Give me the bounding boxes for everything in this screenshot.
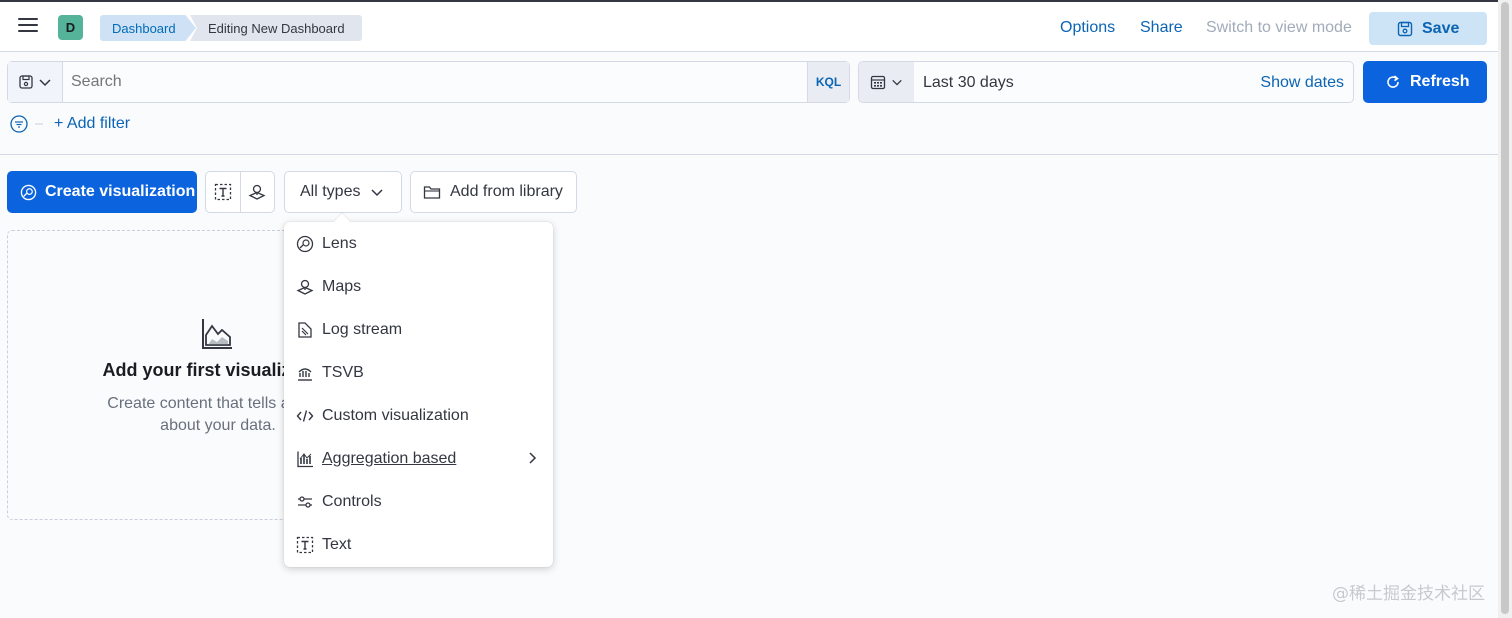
divider <box>0 154 1498 155</box>
all-types-button[interactable]: All types <box>284 171 402 213</box>
create-visualization-button[interactable]: Create visualization <box>7 171 197 213</box>
breadcrumb-editing: Editing New Dashboard <box>190 15 362 41</box>
chevron-down-icon <box>892 79 902 86</box>
add-from-library-button[interactable]: Add from library <box>410 171 577 213</box>
menu-item-lens[interactable]: Lens <box>284 222 553 265</box>
saved-query-button[interactable] <box>8 62 63 102</box>
menu-item-label: TSVB <box>322 363 364 381</box>
query-language-button[interactable]: KQL <box>807 62 849 102</box>
text-icon <box>214 183 232 201</box>
menu-item-log-stream[interactable]: Log stream <box>284 308 553 351</box>
menu-item-label: Controls <box>322 492 382 510</box>
watermark: @稀土掘金技术社区 <box>1332 584 1485 604</box>
options-link[interactable]: Options <box>1060 19 1115 37</box>
aggregation-icon <box>296 450 314 468</box>
maps-icon <box>296 278 314 296</box>
menu-item-maps[interactable]: Maps <box>284 265 553 308</box>
refresh-label: Refresh <box>1410 73 1470 90</box>
space-avatar[interactable]: D <box>58 15 83 40</box>
menu-item-tsvb[interactable]: TSVB <box>284 351 553 394</box>
menu-item-label: Custom visualization <box>322 406 469 424</box>
lens-icon <box>296 235 314 253</box>
lens-icon <box>20 184 37 200</box>
filter-bar: + Add filter <box>10 114 130 134</box>
refresh-icon <box>1387 75 1399 88</box>
empty-state-description: Create content that tells a story about … <box>8 393 285 437</box>
visualization-types-menu: Lens Maps Log stream TSVB Custom visuali… <box>284 222 553 567</box>
menu-item-label: Log stream <box>322 320 403 338</box>
add-from-library-label: Add from library <box>450 183 563 200</box>
empty-state-description-line2: about your data. <box>160 417 276 434</box>
scrollbar[interactable] <box>1498 0 1512 618</box>
empty-state-title: Add your first visualization <box>102 360 285 380</box>
add-map-button[interactable] <box>239 172 274 212</box>
quick-date-button[interactable] <box>859 62 914 102</box>
query-bar: KQL <box>7 61 850 103</box>
menu-item-label: Aggregation based <box>322 449 457 467</box>
calendar-icon <box>870 75 886 90</box>
chevron-down-icon <box>371 189 383 197</box>
share-link[interactable]: Share <box>1140 19 1183 37</box>
code-icon <box>296 407 314 425</box>
refresh-button[interactable]: Refresh <box>1363 61 1487 103</box>
log-stream-icon <box>296 321 314 339</box>
empty-state-description-line1: Create content that tells a story <box>107 395 285 412</box>
add-filter-link[interactable]: + Add filter <box>54 115 130 133</box>
maps-icon <box>248 184 267 200</box>
menu-item-label: Maps <box>322 277 362 295</box>
tsvb-icon <box>296 364 314 382</box>
menu-item-custom-visualization[interactable]: Custom visualization <box>284 394 553 437</box>
search-input[interactable] <box>71 73 771 91</box>
menu-item-label: Text <box>322 535 352 553</box>
add-text-button[interactable] <box>206 172 240 212</box>
quick-add-group <box>205 171 275 213</box>
date-picker: Last 30 days Show dates <box>858 61 1354 103</box>
breadcrumb-dashboard[interactable]: Dashboard <box>100 15 196 41</box>
menu-item-aggregation-based[interactable]: Aggregation based <box>284 437 553 480</box>
text-icon <box>296 536 314 554</box>
chevron-down-icon <box>39 79 51 87</box>
date-range-value[interactable]: Last 30 days <box>923 74 1014 92</box>
show-dates-link[interactable]: Show dates <box>1260 74 1344 92</box>
top-bar: D Dashboard Editing New Dashboard Option… <box>0 0 1498 52</box>
saved-query-icon <box>19 75 33 89</box>
filter-options-icon[interactable] <box>10 114 44 134</box>
menu-icon[interactable] <box>18 18 38 36</box>
menu-item-controls[interactable]: Controls <box>284 480 553 523</box>
folder-icon <box>423 186 441 199</box>
save-button[interactable]: Save <box>1369 12 1487 45</box>
chevron-right-icon <box>529 452 537 464</box>
menu-item-text[interactable]: Text <box>284 523 553 566</box>
save-icon <box>1397 21 1413 36</box>
controls-icon <box>296 493 314 511</box>
save-label: Save <box>1422 19 1460 37</box>
menu-item-label: Lens <box>322 234 357 252</box>
area-chart-icon <box>202 319 232 349</box>
all-types-label: All types <box>300 183 361 200</box>
create-visualization-label: Create visualization <box>45 183 196 200</box>
switch-view-mode-link[interactable]: Switch to view mode <box>1206 19 1352 37</box>
